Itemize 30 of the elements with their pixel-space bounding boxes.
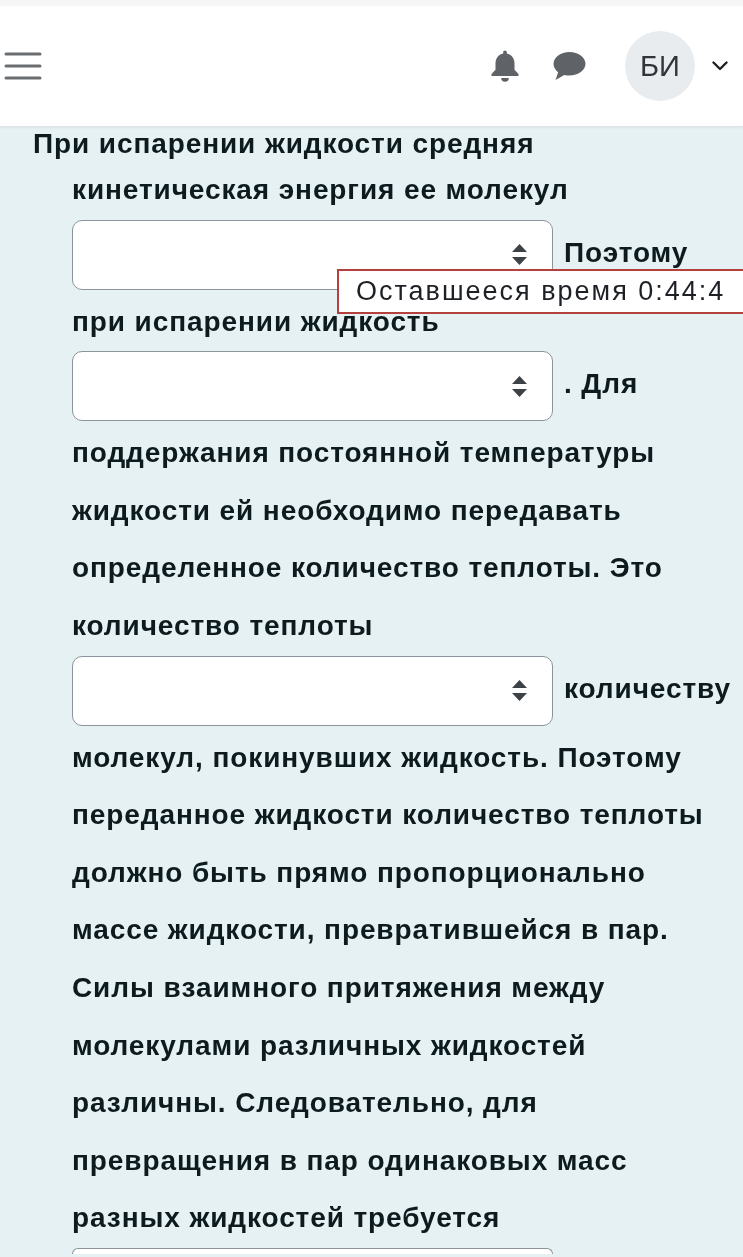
question-text: количеству bbox=[564, 671, 731, 706]
question-text: разных жидкостей требуется bbox=[72, 1201, 501, 1236]
caret-icon[interactable] bbox=[712, 61, 728, 71]
question-text: Силы взаимного притяжения между bbox=[72, 970, 606, 1005]
question-text: определенное количество теплоты. Это bbox=[72, 551, 663, 586]
dropdown-field[interactable] bbox=[72, 1247, 553, 1254]
question-text: различны. Следовательно, для bbox=[72, 1086, 538, 1121]
dropdown-field[interactable] bbox=[72, 351, 553, 422]
sort-arrows-icon bbox=[512, 375, 527, 397]
sort-arrows-icon bbox=[512, 680, 527, 702]
question-text: переданное жидкости количество теплоты bbox=[72, 798, 704, 833]
question-text: жидкости ей необходимо передавать bbox=[72, 493, 622, 528]
user-avatar[interactable]: БИ bbox=[625, 31, 695, 101]
sort-arrows-icon bbox=[512, 244, 527, 266]
question-text: молекулами различных жидкостей bbox=[72, 1028, 587, 1063]
bell-icon[interactable] bbox=[490, 49, 520, 83]
question-text: поддержания постоянной температуры bbox=[72, 436, 656, 471]
menu-icon[interactable] bbox=[4, 52, 42, 80]
question-text: молекул, покинувших жидкость. Поэтому bbox=[72, 740, 682, 775]
question-text: превращения в пар одинаковых масс bbox=[72, 1143, 628, 1178]
question-text: . Для bbox=[564, 367, 639, 402]
question-text: массе жидкости, превратившейся в пар. bbox=[72, 913, 669, 948]
question-text: количество теплоты bbox=[72, 608, 374, 643]
question-text: Поэтому bbox=[564, 235, 689, 270]
chat-icon[interactable] bbox=[551, 51, 586, 81]
question-text: кинетическая энергия ее молекул bbox=[72, 173, 569, 207]
question-text: При испарении жидкости средняя bbox=[33, 127, 535, 161]
timer-tooltip: Оставшееся время 0:44:4 bbox=[337, 269, 743, 314]
question-text: должно быть прямо пропорционально bbox=[72, 855, 646, 890]
dropdown-field[interactable] bbox=[72, 655, 553, 726]
